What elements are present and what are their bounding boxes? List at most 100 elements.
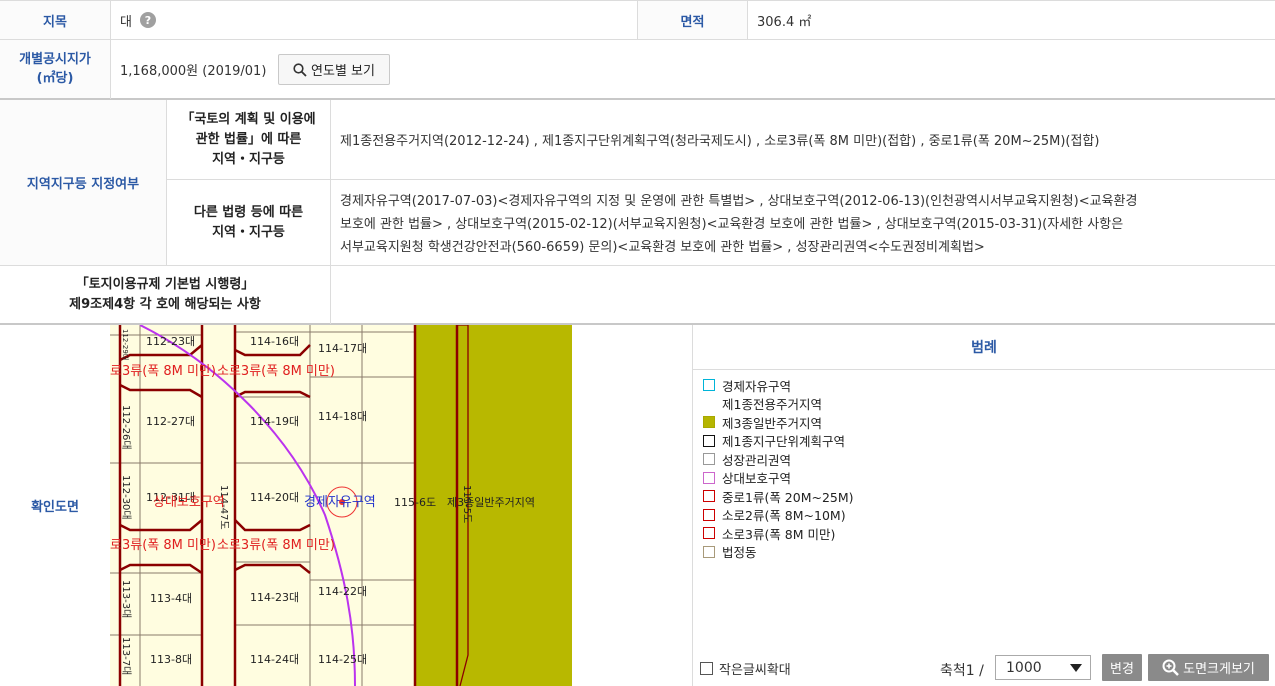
national-law-value: 제1종전용주거지역(2012-12-24) , 제1종지구단위계획구역(청라국제… xyxy=(340,134,1100,149)
scale-label: 축척1 / xyxy=(940,663,984,679)
scale-select[interactable]: 1000 xyxy=(995,655,1091,680)
legend-label: 중로1류(폭 20M~25M) xyxy=(722,489,854,505)
legend-swatch xyxy=(703,471,715,484)
legend-header: 범례 xyxy=(693,325,1275,370)
parcel-label: 112-27대 xyxy=(146,415,195,428)
parcel-label: 113-4대 xyxy=(150,592,192,605)
other-law-label-2: 지역・지구등 xyxy=(212,224,285,240)
legend-swatch xyxy=(703,397,715,410)
divider xyxy=(330,100,331,324)
road-label: 로3류(폭 8M 미만) xyxy=(110,538,216,553)
year-view-label: 연도별 보기 xyxy=(311,64,375,79)
land-category-cell: 대 ? xyxy=(120,1,156,39)
legend-label: 제1종지구단위계획구역 xyxy=(722,434,845,450)
parcel-label: 113-7대 xyxy=(120,637,132,675)
legend-item: 제1종지구단위계획구역 xyxy=(703,432,854,451)
land-category-label: 지목 xyxy=(43,14,67,30)
other-law-label-1: 다른 법령 등에 따른 xyxy=(193,204,304,220)
parcel-label: 112-23대 xyxy=(146,335,195,348)
area-header: 면적 xyxy=(638,1,747,39)
other-law-header: 다른 법령 등에 따른 지역・지구등 xyxy=(167,180,330,265)
divider xyxy=(110,0,111,99)
legend-label: 소로2류(폭 8M~10M) xyxy=(722,508,846,524)
area-value: 306.4 ㎡ xyxy=(757,14,812,30)
small-text-label: 작은글씨확대 xyxy=(719,663,791,678)
legend-title: 범례 xyxy=(971,340,997,356)
legend-swatch xyxy=(703,379,715,392)
small-text-checkbox[interactable] xyxy=(700,662,713,675)
legend-swatch xyxy=(703,527,715,540)
legend-swatch xyxy=(703,490,715,503)
big-map-button[interactable]: 도면크게보기 xyxy=(1148,654,1269,681)
road-label: 로3류(폭 8M 미만) xyxy=(110,364,216,379)
cadastral-map[interactable]: 112-23대 114-16대 114-17대 112-27대 114-19대 … xyxy=(110,325,572,686)
legend-swatch xyxy=(703,508,715,521)
parcel-label: 112-30대 xyxy=(120,475,132,520)
legend-item: 성장관리권역 xyxy=(703,450,854,469)
legend-item: 중로1류(폭 20M~25M) xyxy=(703,487,854,506)
change-button-label: 변경 xyxy=(1110,662,1134,677)
national-law-label-3: 지역・지구등 xyxy=(212,151,285,167)
area-label: 면적 xyxy=(680,14,705,30)
national-law-value-cell: 제1종전용주거지역(2012-12-24) , 제1종지구단위계획구역(청라국제… xyxy=(340,100,1099,179)
land-category-header: 지목 xyxy=(0,1,110,39)
big-map-button-label: 도면크게보기 xyxy=(1183,662,1255,677)
legend-label: 경제자유구역 xyxy=(722,378,792,394)
scale-value: 1000 xyxy=(1006,659,1042,676)
national-law-label-1: 「국토의 계획 및 이용에 xyxy=(181,111,316,127)
small-text-option[interactable]: 작은글씨확대 xyxy=(700,659,791,678)
legend-label: 제1종전용주거지역 xyxy=(722,397,822,413)
legend-item: 소로3류(폭 8M 미만) xyxy=(703,524,854,543)
chevron-down-icon xyxy=(1070,664,1082,672)
legend-label: 상대보호구역 xyxy=(722,471,792,487)
change-button[interactable]: 변경 xyxy=(1102,654,1142,681)
area-cell: 306.4 ㎡ xyxy=(757,1,811,39)
parcel-label: 114-18대 xyxy=(318,410,367,423)
legend-swatch xyxy=(703,416,715,429)
year-view-button[interactable]: 연도별 보기 xyxy=(278,54,390,85)
parcel-label: 113-8대 xyxy=(150,653,192,666)
legend-item: 경제자유구역 xyxy=(703,376,854,395)
divider xyxy=(747,0,748,39)
legend-item: 소로2류(폭 8M~10M) xyxy=(703,506,854,525)
legend-panel: 범례 경제자유구역제1종전용주거지역제3종일반주거지역제1종지구단위계획구역성장… xyxy=(692,325,1275,686)
price-label-line2: (㎡당) xyxy=(36,71,74,86)
parcel-label: 114-23대 xyxy=(250,591,299,604)
parcel-label: 112-29대 xyxy=(121,329,129,360)
map-label: 확인도면 xyxy=(31,500,79,515)
legend-item: 제1종전용주거지역 xyxy=(703,395,854,414)
legend-swatch xyxy=(703,434,715,447)
parcel-label: 114-25대 xyxy=(318,653,367,666)
regulation-label-1: 「토지이용규제 기본법 시행령」 xyxy=(75,276,255,292)
legend-label: 제3종일반주거지역 xyxy=(722,415,822,431)
parcel-label: 112-26대 xyxy=(120,405,132,450)
divider xyxy=(166,179,1275,180)
national-law-label-2: 관한 법률」에 따른 xyxy=(195,131,302,147)
help-icon[interactable]: ? xyxy=(139,12,156,28)
map-header: 확인도면 xyxy=(0,325,110,686)
legend-swatch xyxy=(703,453,715,466)
price-value: 1,168,000원 (2019/01) xyxy=(120,63,267,79)
parcel-label: 113-3대 xyxy=(120,580,132,618)
parcel-label: 114-16대 xyxy=(250,335,299,348)
national-law-header: 「국토의 계획 및 이용에 관한 법률」에 따른 지역・지구등 xyxy=(167,100,330,179)
legend-label: 성장관리권역 xyxy=(722,452,792,468)
zoning-header: 지역지구등 지정여부 xyxy=(0,100,166,265)
legend-item: 제3종일반주거지역 xyxy=(703,413,854,432)
legend-item: 상대보호구역 xyxy=(703,469,854,488)
zoom-in-icon xyxy=(1162,659,1179,676)
price-label-line1: 개별공시지가 xyxy=(19,52,91,67)
other-law-value-line2: 보호에 관한 법률> , 상대보호구역(2015-02-12)(서부교육지원청)… xyxy=(340,217,1124,232)
other-law-value-cell: 경제자유구역(2017-07-03)<경제자유구역의 지정 및 운영에 관한 특… xyxy=(340,190,1270,259)
econ-zone-label: 경제자유구역 xyxy=(304,495,376,510)
other-law-value-line1: 경제자유구역(2017-07-03)<경제자유구역의 지정 및 운영에 관한 특… xyxy=(340,194,1138,209)
parcel-label: 115-6도 xyxy=(394,496,436,509)
legend-label: 법정동 xyxy=(722,545,757,561)
protection-zone-label: 상대보호구역 xyxy=(153,495,225,510)
parcel-label: 114-19대 xyxy=(250,415,299,428)
price-header: 개별공시지가 (㎡당) xyxy=(0,40,110,98)
other-law-value-line3: 서부교육지원청 학생건강안전과(560-6659) 문의)<교육환경 보호에 관… xyxy=(340,240,985,255)
parcel-label: 114-22대 xyxy=(318,585,367,598)
road-label: 소로3류(폭 8M 미만) xyxy=(217,538,335,553)
regulation-label-2: 제9조제4항 각 호에 해당되는 사항 xyxy=(69,296,261,312)
